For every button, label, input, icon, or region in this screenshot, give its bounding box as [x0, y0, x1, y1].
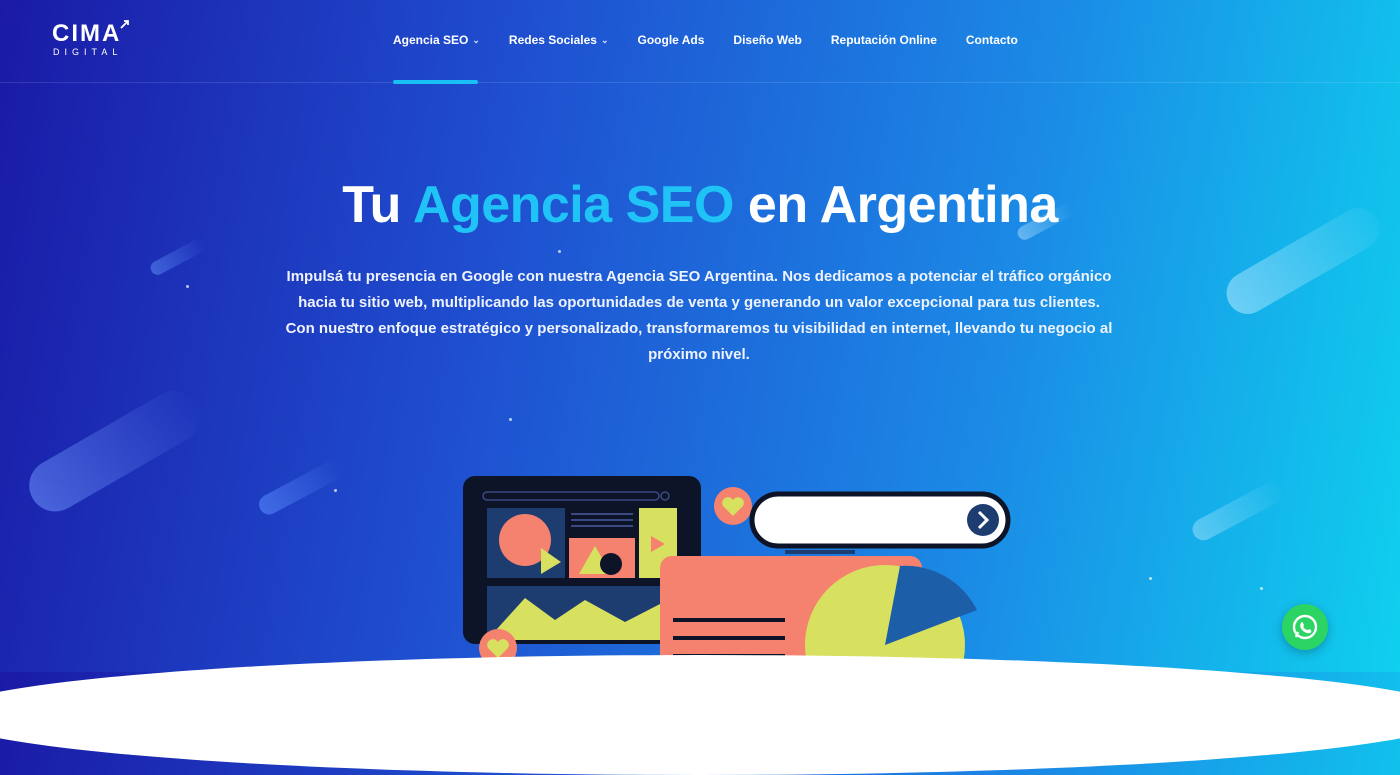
nav-item-google-ads[interactable]: Google Ads — [638, 32, 705, 48]
nav-item-diseno-web[interactable]: Diseño Web — [733, 32, 801, 48]
section-bottom-curve — [0, 655, 1400, 775]
decorative-dot — [558, 250, 561, 253]
nav-item-redes-sociales[interactable]: Redes Sociales ⌄ — [509, 32, 609, 48]
whatsapp-button[interactable] — [1282, 604, 1328, 650]
hero-title-highlight: Agencia SEO — [412, 176, 735, 234]
logo-subtext: DIGITAL — [53, 47, 123, 57]
site-header: CIMA DIGITAL Agencia SEO ⌄ Redes Sociale… — [0, 0, 1400, 84]
nav-item-label: Agencia SEO — [393, 33, 469, 47]
nav-item-agencia-seo[interactable]: Agencia SEO ⌄ — [393, 32, 480, 48]
nav-item-label: Google Ads — [637, 33, 705, 47]
active-nav-indicator — [393, 80, 478, 84]
nav-item-label: Redes Sociales — [508, 33, 597, 47]
nav-item-label: Contacto — [965, 33, 1018, 47]
nav-item-label: Reputación Online — [830, 33, 937, 47]
decorative-dot — [1260, 587, 1263, 590]
decorative-streak — [19, 380, 211, 522]
nav-item-reputacion-online[interactable]: Reputación Online — [831, 32, 937, 48]
decorative-dot — [1149, 577, 1152, 580]
seo-illustration — [463, 476, 1011, 672]
decorative-streak — [148, 236, 208, 278]
hero-description: Impulsá tu presencia en Google con nuest… — [285, 268, 1113, 363]
hero-title: Tu Agencia SEO en Argentina — [0, 175, 1400, 235]
hero-title-part2: en Argentina — [747, 176, 1058, 234]
hero-title-part1: Tu — [342, 176, 401, 234]
decorative-dot — [186, 285, 189, 288]
decorative-dot — [334, 489, 337, 492]
decorative-streak — [1188, 477, 1288, 545]
logo-mountain-icon — [120, 20, 129, 29]
decorative-streak — [255, 458, 345, 518]
nav-item-label: Diseño Web — [733, 33, 802, 47]
logo-wordmark: CIMA — [52, 20, 122, 47]
chevron-down-icon: ⌄ — [472, 34, 480, 45]
chevron-down-icon: ⌄ — [600, 34, 609, 45]
brand-logo[interactable]: CIMA DIGITAL — [52, 20, 132, 58]
decorative-dot — [509, 418, 512, 421]
main-nav: Agencia SEO ⌄ Redes Sociales ⌄ Google Ad… — [393, 32, 1047, 48]
nav-item-contacto[interactable]: Contacto — [966, 32, 1018, 48]
whatsapp-icon — [1292, 614, 1318, 640]
